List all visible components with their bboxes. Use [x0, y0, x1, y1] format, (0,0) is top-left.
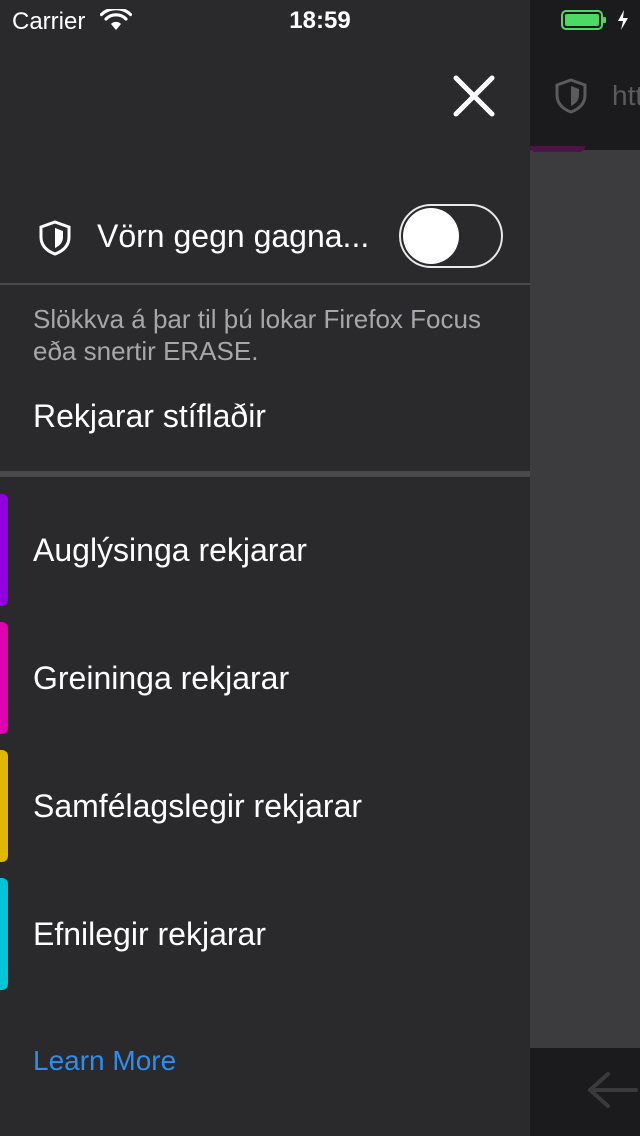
charging-bolt-icon [618, 10, 628, 30]
divider [0, 283, 530, 285]
tracker-label: Samfélagslegir rekjarar [33, 788, 363, 824]
clock: 18:59 [289, 7, 351, 34]
tracker-row-content: Efnilegir rekjarar [0, 878, 530, 990]
tracking-protection-panel: Vörn gegn gagna... Slökkva á þar til þú … [0, 0, 530, 1136]
status-bar: Carrier 18:59 [0, 0, 640, 40]
tracker-color-bar [0, 494, 8, 606]
background-browser: htt [530, 0, 640, 1136]
toggle-knob [403, 208, 459, 264]
tracker-label: Efnilegir rekjarar [33, 916, 266, 952]
section-divider [0, 471, 530, 477]
background-bottom-toolbar [530, 1048, 640, 1136]
tracker-color-bar [0, 878, 8, 990]
background-url-text: htt [612, 80, 640, 111]
tracking-protection-label: Vörn gegn gagna... [97, 218, 370, 254]
tracker-label: Auglýsinga rekjarar [33, 532, 307, 568]
close-icon[interactable] [444, 66, 504, 126]
trackers-blocked-title: Rekjarar stíflaðir [33, 398, 266, 434]
tracker-label: Greininga rekjarar [33, 660, 290, 696]
tracker-row-ad: Auglýsinga rekjarar [0, 494, 530, 606]
tracker-row-analytics: Greininga rekjarar [0, 622, 530, 734]
tracker-color-bar [0, 622, 8, 734]
shield-icon [39, 220, 71, 256]
battery-icon [561, 10, 606, 30]
tracker-color-bar [0, 750, 8, 862]
back-arrow-icon[interactable] [586, 1068, 640, 1112]
tracking-protection-toggle[interactable] [399, 204, 503, 268]
tracker-row-social: Samfélagslegir rekjarar [0, 750, 530, 862]
learn-more-link[interactable]: Learn More [33, 1045, 176, 1077]
tracking-shield-icon [555, 78, 587, 114]
toggle-description: Slökkva á þar til þú lokar Firefox Focus… [33, 304, 481, 366]
page-progress-bar [530, 146, 585, 152]
